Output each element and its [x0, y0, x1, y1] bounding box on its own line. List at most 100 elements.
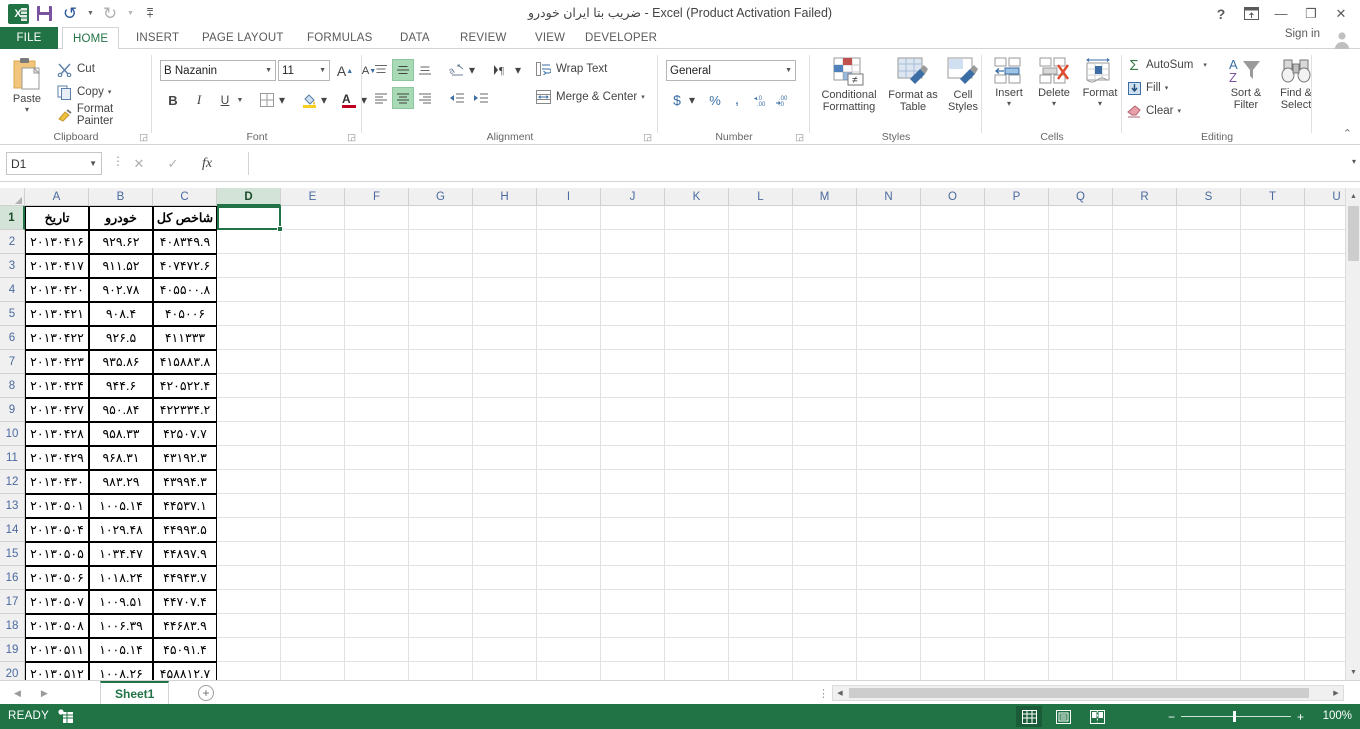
row-header-14[interactable]: 14 [0, 518, 25, 542]
borders-button[interactable] [256, 89, 278, 111]
page-layout-view-icon[interactable] [1050, 706, 1076, 727]
cell-B6[interactable]: ۹۲۶.۵ [89, 326, 153, 350]
cell-C2[interactable]: ۴۰۸۳۴۹.۹ [153, 230, 217, 254]
cell-B2[interactable]: ۹۲۹.۶۲ [89, 230, 153, 254]
number-format-caret-icon[interactable]: ▼ [781, 67, 792, 74]
accounting-format-icon[interactable]: $ [666, 89, 688, 111]
format-caret-icon[interactable]: ▾ [1098, 99, 1102, 108]
autosum-caret-icon[interactable]: ▾ [1203, 61, 1207, 69]
copy-caret-icon[interactable]: ▾ [108, 88, 112, 96]
autosum-button[interactable]: Σ AutoSum ▾ [1126, 55, 1207, 75]
zoom-slider[interactable] [1180, 711, 1291, 722]
column-header-K[interactable]: K [665, 188, 729, 206]
minimize-button[interactable]: — [1266, 1, 1296, 27]
number-format-select[interactable]: General ▼ [666, 60, 796, 81]
format-as-table-button[interactable]: Format as Table [886, 57, 940, 113]
copy-button[interactable]: Copy ▾ [56, 82, 111, 102]
column-header-N[interactable]: N [857, 188, 921, 206]
next-sheet-icon[interactable]: ▶ [41, 688, 48, 699]
comma-format-icon[interactable]: , [726, 89, 748, 111]
fill-button[interactable]: Fill ▾ [1126, 78, 1168, 98]
percent-format-icon[interactable]: % [704, 89, 726, 111]
cell-A1[interactable]: تاریخ [25, 206, 89, 230]
cell-C6[interactable]: ۴۱۱۳۳۳ [153, 326, 217, 350]
scroll-left-button[interactable]: ◀ [833, 686, 847, 700]
ribbon-display-options-icon[interactable] [1236, 1, 1266, 27]
row-header-5[interactable]: 5 [0, 302, 25, 326]
text-direction-rtl-icon[interactable]: ¶ [490, 59, 512, 81]
cell-B11[interactable]: ۹۶۸.۳۱ [89, 446, 153, 470]
font-size-caret-icon[interactable]: ▼ [315, 67, 326, 74]
cell-B7[interactable]: ۹۳۵.۸۶ [89, 350, 153, 374]
cell-C14[interactable]: ۴۴۹۹۳.۵ [153, 518, 217, 542]
cell-A5[interactable]: ۲۰۱۳۰۴۲۱ [25, 302, 89, 326]
cell-B20[interactable]: ۱۰۰۸.۲۶ [89, 662, 153, 680]
orientation-icon[interactable]: a [446, 59, 468, 81]
increase-indent-icon[interactable] [470, 87, 492, 109]
column-header-Q[interactable]: Q [1049, 188, 1113, 206]
avatar[interactable] [1332, 29, 1352, 49]
scroll-down-button[interactable]: ▼ [1346, 664, 1360, 680]
cell-B14[interactable]: ۱۰۲۹.۴۸ [89, 518, 153, 542]
zoom-slider-thumb[interactable] [1232, 711, 1236, 722]
name-box[interactable]: D1 ▼ [6, 152, 102, 175]
row-header-8[interactable]: 8 [0, 374, 25, 398]
cell-C3[interactable]: ۴۰۷۴۷۲.۶ [153, 254, 217, 278]
row-header-13[interactable]: 13 [0, 494, 25, 518]
cell-B10[interactable]: ۹۵۸.۳۳ [89, 422, 153, 446]
row-header-9[interactable]: 9 [0, 398, 25, 422]
scroll-up-button[interactable]: ▲ [1346, 188, 1360, 204]
column-header-A[interactable]: A [25, 188, 89, 206]
restore-button[interactable]: ❐ [1296, 1, 1326, 27]
cut-button[interactable]: Cut [56, 59, 95, 79]
column-header-J[interactable]: J [601, 188, 665, 206]
decrease-decimal-icon[interactable]: .00.0 [774, 89, 796, 111]
align-center-icon[interactable] [392, 87, 414, 109]
row-header-7[interactable]: 7 [0, 350, 25, 374]
add-sheet-button[interactable]: + [198, 685, 214, 701]
normal-view-icon[interactable] [1016, 706, 1042, 727]
cell-A16[interactable]: ۲۰۱۳۰۵۰۶ [25, 566, 89, 590]
increase-decimal-icon[interactable]: .0.00 [752, 89, 774, 111]
cell-A18[interactable]: ۲۰۱۳۰۵۰۸ [25, 614, 89, 638]
column-header-I[interactable]: I [537, 188, 601, 206]
row-header-12[interactable]: 12 [0, 470, 25, 494]
merge-center-caret-icon[interactable]: ▾ [641, 93, 645, 101]
cell-B9[interactable]: ۹۵۰.۸۴ [89, 398, 153, 422]
column-header-T[interactable]: T [1241, 188, 1305, 206]
row-header-17[interactable]: 17 [0, 590, 25, 614]
previous-sheet-icon[interactable]: ◀ [14, 688, 21, 699]
fill-color-button[interactable] [298, 89, 320, 111]
cell-B16[interactable]: ۱۰۱۸.۲۴ [89, 566, 153, 590]
column-header-L[interactable]: L [729, 188, 793, 206]
conditional-formatting-button[interactable]: ≠ Conditional Formatting [816, 57, 882, 113]
font-color-button[interactable]: A [338, 89, 360, 111]
row-header-20[interactable]: 20 [0, 662, 25, 680]
sort-filter-button[interactable]: A Z Sort & Filter [1222, 57, 1270, 111]
cell-A12[interactable]: ۲۰۱۳۰۴۳۰ [25, 470, 89, 494]
tab-page-layout[interactable]: PAGE LAYOUT [192, 27, 294, 49]
cell-C15[interactable]: ۴۴۸۹۷.۹ [153, 542, 217, 566]
cell-A14[interactable]: ۲۰۱۳۰۵۰۴ [25, 518, 89, 542]
cell-B15[interactable]: ۱۰۳۴.۴۷ [89, 542, 153, 566]
macro-record-icon[interactable] [58, 709, 74, 724]
zoom-in-button[interactable]: + [1297, 710, 1304, 724]
column-header-P[interactable]: P [985, 188, 1049, 206]
row-header-19[interactable]: 19 [0, 638, 25, 662]
cell-B12[interactable]: ۹۸۳.۲۹ [89, 470, 153, 494]
cell-B3[interactable]: ۹۱۱.۵۲ [89, 254, 153, 278]
column-header-G[interactable]: G [409, 188, 473, 206]
cell-B19[interactable]: ۱۰۰۵.۱۴ [89, 638, 153, 662]
close-button[interactable]: ✕ [1326, 1, 1356, 27]
column-header-B[interactable]: B [89, 188, 153, 206]
column-header-D[interactable]: D [217, 188, 281, 206]
cell-B17[interactable]: ۱۰۰۹.۵۱ [89, 590, 153, 614]
merge-center-button[interactable]: Merge & Center ▾ [534, 87, 645, 107]
help-icon[interactable]: ? [1206, 1, 1236, 27]
row-header-15[interactable]: 15 [0, 542, 25, 566]
tab-review[interactable]: REVIEW [450, 27, 517, 49]
cell-A11[interactable]: ۲۰۱۳۰۴۲۹ [25, 446, 89, 470]
accounting-caret-icon[interactable]: ▾ [686, 89, 698, 111]
zoom-control[interactable]: − + [1168, 704, 1304, 729]
horizontal-scroll-thumb[interactable] [849, 688, 1309, 698]
